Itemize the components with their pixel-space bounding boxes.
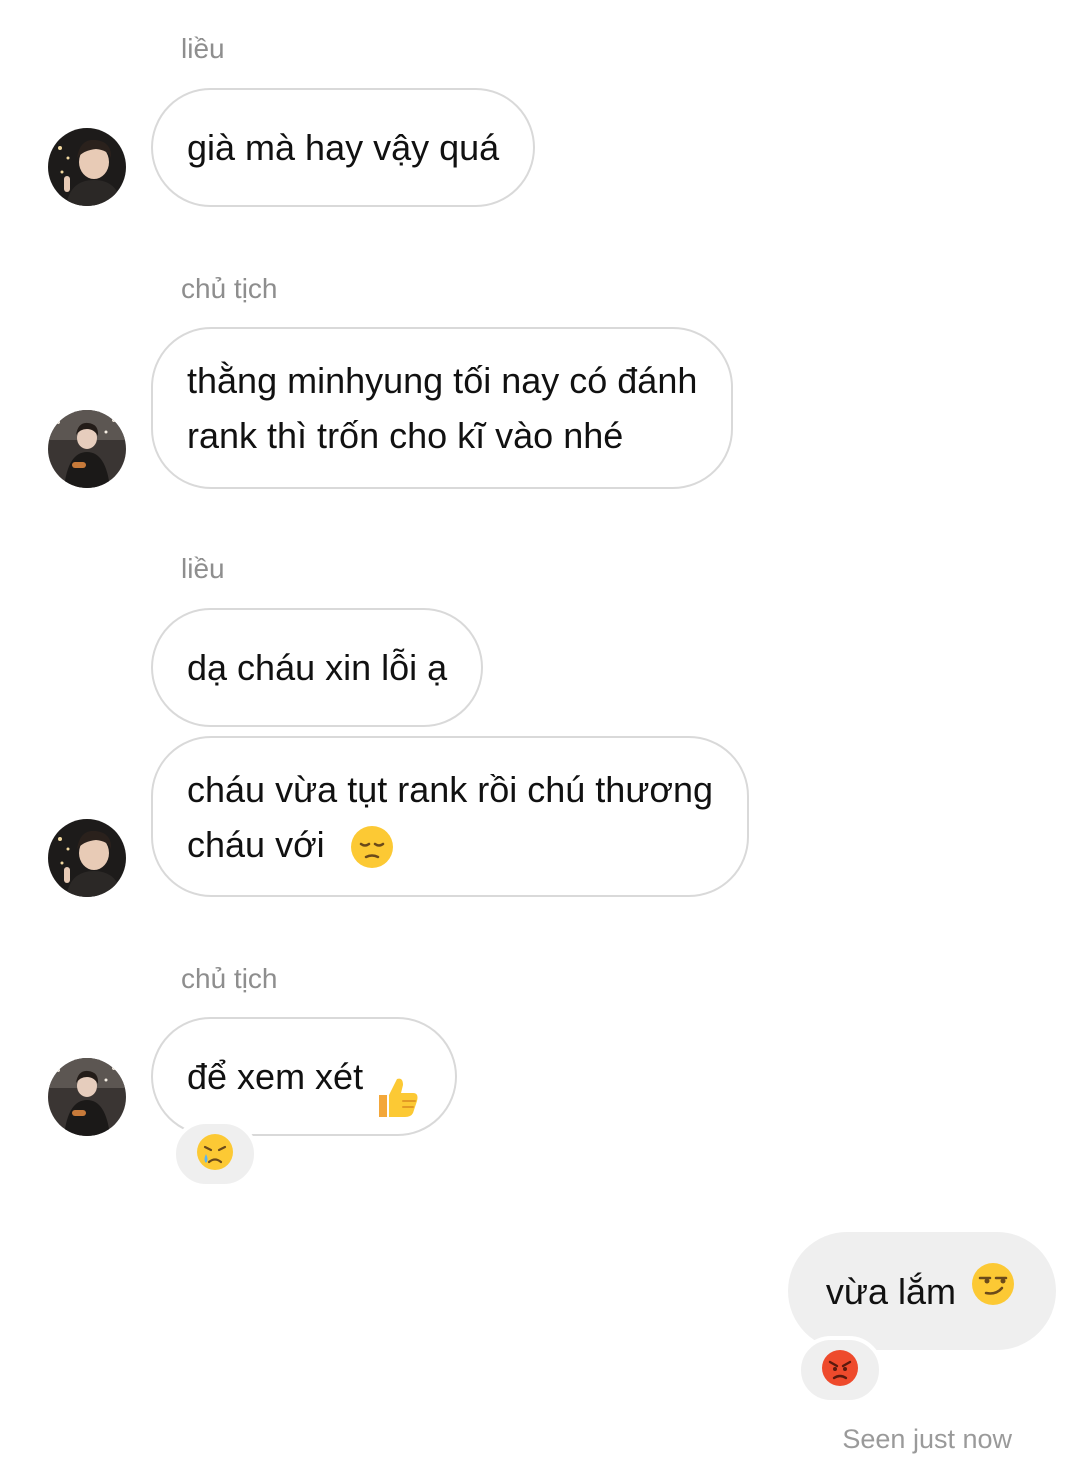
message-bubble[interactable]: để xem xét <box>151 1017 458 1136</box>
sender-name: chủ tịch <box>181 963 278 994</box>
message-text: vừa lắm <box>825 1270 956 1312</box>
message-bubble[interactable]: thằng minhyung tối nay có đánh rank thì … <box>151 327 734 489</box>
sender-name: chủ tịch <box>181 273 278 304</box>
crying-face-icon <box>195 1132 235 1177</box>
avatar[interactable] <box>48 128 126 206</box>
sender-name: liều <box>181 553 225 584</box>
avatar[interactable] <box>48 410 126 488</box>
message-reaction[interactable] <box>797 1336 883 1404</box>
message-text: để xem xét <box>187 1056 364 1097</box>
sender-name: liều <box>181 33 225 64</box>
message-bubble[interactable]: cháu vừa tụt rank rồi chú thương cháu vớ… <box>151 736 750 897</box>
message-reaction[interactable] <box>172 1120 258 1188</box>
avatar[interactable] <box>48 819 126 897</box>
angry-face-icon <box>820 1348 860 1393</box>
avatar[interactable] <box>48 1058 126 1136</box>
message-bubble[interactable]: già mà hay vậy quá <box>151 88 536 207</box>
message-text: thằng minhyung tối nay có đánh rank thì … <box>187 360 698 456</box>
outgoing-message-bubble[interactable]: vừa lắm <box>787 1232 1056 1350</box>
thumbs-up-icon <box>373 1018 421 1136</box>
message-text: già mà hay vậy quá <box>187 127 500 168</box>
smirking-face-icon <box>970 1261 1016 1322</box>
pensive-face-icon <box>349 769 395 885</box>
seen-status: Seen just now <box>842 1424 1012 1454</box>
message-text: cháu vừa tụt rank rồi chú thương cháu vớ… <box>187 768 714 865</box>
message-text: dạ cháu xin lỗi ạ <box>187 647 448 688</box>
